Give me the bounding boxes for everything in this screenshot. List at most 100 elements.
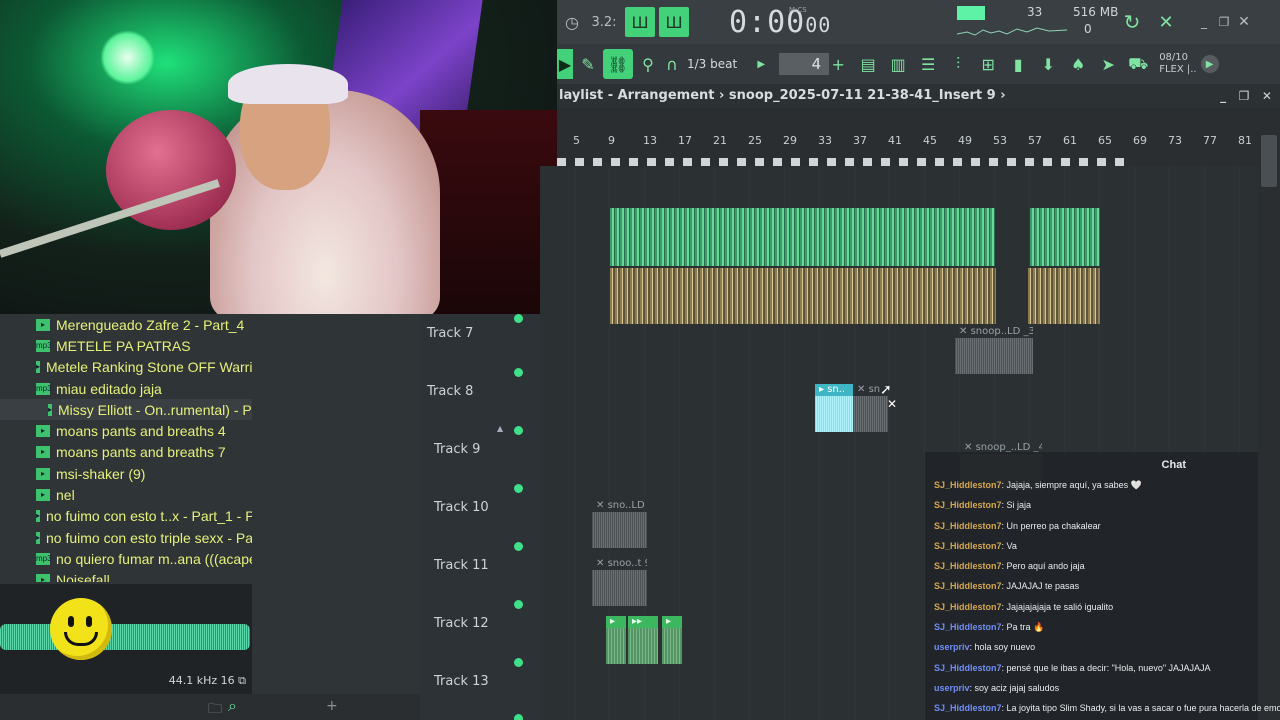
chat-username[interactable]: SJ_Hiddleston7 bbox=[934, 602, 1002, 612]
audio-clip-green[interactable]: ▸ bbox=[606, 616, 626, 664]
browser-item[interactable]: ▸ no fuimo con esto triple sexx - Part_1 bbox=[0, 527, 252, 548]
tools-icon[interactable]: ✕ bbox=[1151, 7, 1181, 37]
magnet-icon[interactable]: ∩ bbox=[663, 49, 681, 79]
browser-item[interactable]: ▸ Metele Ranking Stone OFF Warrior bbox=[0, 357, 252, 378]
folder-icon[interactable]: 🗀 bbox=[208, 698, 222, 720]
browser-item[interactable]: ▸ Merengueado Zafre 2 - Part_4 bbox=[0, 314, 252, 335]
plugin-icon[interactable]: ⬇ bbox=[1033, 49, 1063, 79]
browser-icon[interactable]: ⊞ bbox=[973, 49, 1003, 79]
browser-list[interactable]: ▸ Merengueado Zafre 2 - Part_4 mp3 METELE P… bbox=[0, 314, 252, 582]
ceiling-lamp bbox=[100, 30, 155, 85]
chat-username[interactable]: userpriv bbox=[934, 683, 970, 693]
audio-clip-selected[interactable]: ▸ sn.. bbox=[815, 384, 853, 432]
step-edit-icon[interactable]: Ш bbox=[625, 7, 655, 37]
track-enable-dot[interactable] bbox=[514, 484, 523, 493]
track-enable-dot[interactable] bbox=[514, 714, 523, 720]
chat-message: SJ_Hiddleston7: La joyita tipo Slim Shad… bbox=[934, 703, 1280, 720]
track-enable-dot[interactable] bbox=[514, 658, 523, 667]
chat-username[interactable]: SJ_Hiddleston7 bbox=[934, 561, 1002, 571]
browser-item-label: Missy Elliott - On..rumental) - Part_1 bbox=[58, 401, 252, 418]
loop-record-icon[interactable]: Ш bbox=[659, 7, 689, 37]
browser-item[interactable]: ▸ Noisefall bbox=[0, 570, 252, 582]
track-enable-dot[interactable] bbox=[514, 426, 523, 435]
add-icon[interactable]: + bbox=[326, 698, 338, 714]
pick-icon[interactable]: ♠ bbox=[1063, 49, 1093, 79]
browser-item[interactable]: ▸ no fuimo con esto t..x - Part_1 - Part_… bbox=[0, 506, 252, 527]
chat-username[interactable]: SJ_Hiddleston7 bbox=[934, 622, 1002, 632]
step-value[interactable]: 4 bbox=[779, 53, 830, 75]
audio-clip-green[interactable]: ▸ bbox=[662, 616, 682, 664]
chat-username[interactable]: SJ_Hiddleston7 bbox=[934, 663, 1002, 673]
timeline-ruler[interactable]: 5 9 13 17 21 25 29 33 37 41 45 49 53 57 61 65 69 73 77 81 bbox=[557, 130, 1257, 150]
flex-arrow-icon[interactable]: ▶ bbox=[1200, 55, 1219, 73]
chat-message: userpriv: hola soy nuevo bbox=[934, 642, 1274, 662]
track-label[interactable]: Track 8 bbox=[427, 384, 473, 399]
browser-item[interactable]: ▸ nel bbox=[0, 484, 252, 505]
browser-item[interactable]: ▸ msi-shaker (9) bbox=[0, 463, 252, 484]
track-label[interactable]: Track 13 bbox=[434, 674, 489, 689]
piano-roll-icon[interactable]: ▥ bbox=[883, 49, 913, 79]
audio-clip[interactable]: ✕ sno..LD bbox=[592, 500, 647, 548]
audio-clip[interactable]: ✕ snoo..t 9 bbox=[592, 558, 647, 606]
audio-clip-vocals-2[interactable] bbox=[1028, 268, 1100, 324]
track-enable-dot[interactable] bbox=[514, 314, 523, 323]
chat-username[interactable]: SJ_Hiddleston7 bbox=[934, 480, 1002, 490]
play-small-icon[interactable]: ▶ bbox=[753, 49, 769, 79]
chat-username[interactable]: SJ_Hiddleston7 bbox=[934, 703, 1002, 713]
scrollbar-thumb[interactable] bbox=[1261, 135, 1277, 187]
ruler-tick: 41 bbox=[888, 134, 902, 147]
project-icon[interactable]: ▮ bbox=[1003, 49, 1033, 79]
metronome-icon[interactable]: ◷ bbox=[557, 7, 587, 37]
flex-news[interactable]: 08/10 FLEX |.. bbox=[1159, 52, 1196, 76]
track-enable-dot[interactable] bbox=[514, 542, 523, 551]
send-icon[interactable]: ➤ bbox=[1093, 49, 1123, 79]
chat-text: : Un perreo pa chakalear bbox=[1001, 520, 1101, 531]
chat-title: Chat bbox=[1161, 459, 1186, 471]
chat-text: : JAJAJAJ te pasas bbox=[1001, 581, 1080, 592]
play-arrow-icon[interactable]: ▶ bbox=[557, 49, 573, 79]
red-light-panel bbox=[420, 110, 557, 314]
file-browser: ▸ Merengueado Zafre 2 - Part_4 mp3 METELE P… bbox=[0, 314, 420, 720]
playlist-breadcrumb[interactable]: snoop_2025-07-11 21-38-41_Insert 9 bbox=[729, 88, 996, 103]
chat-username[interactable]: SJ_Hiddleston7 bbox=[934, 500, 1002, 510]
audio-clip-drums[interactable] bbox=[610, 208, 995, 266]
cart-icon[interactable]: ⛟ bbox=[1123, 49, 1153, 79]
search-icon[interactable]: ⌕ bbox=[228, 696, 237, 716]
channel-rack-icon[interactable]: ☰ bbox=[913, 49, 943, 79]
playlist-window-buttons[interactable]: _ ❐ ✕ bbox=[1220, 84, 1272, 108]
track-label[interactable]: Track 7 bbox=[427, 326, 473, 341]
tempo-display[interactable]: 3.2: bbox=[587, 7, 621, 37]
refresh-icon[interactable]: ↻ bbox=[1117, 7, 1147, 37]
chat-username[interactable]: SJ_Hiddleston7 bbox=[934, 521, 1002, 531]
browser-item[interactable]: mp3 no quiero fumar m..ana (((acapella))) bbox=[0, 548, 252, 569]
collapse-arrow-icon[interactable]: ▲ bbox=[497, 424, 503, 433]
chat-username[interactable]: SJ_Hiddleston7 bbox=[934, 541, 1002, 551]
pencil-icon[interactable]: ✎ bbox=[573, 49, 603, 79]
stamp-icon[interactable]: ⚲ bbox=[633, 49, 663, 79]
audio-clip-vocals[interactable] bbox=[610, 268, 996, 324]
audio-clip-green[interactable]: ▸▸ bbox=[628, 616, 658, 664]
browser-item[interactable]: mp3 miau editado jaja bbox=[0, 378, 252, 399]
mixer-icon[interactable]: ⫶ bbox=[943, 49, 973, 79]
browser-item[interactable]: ▸ Missy Elliott - On..rumental) - Part_1 bbox=[0, 399, 252, 421]
browser-item[interactable]: mp3 METELE PA PATRAS bbox=[0, 335, 252, 356]
close-icon[interactable]: ✕ bbox=[1229, 7, 1259, 37]
audio-clip[interactable]: ✕ snoop..LD _3 bbox=[955, 326, 1033, 374]
track-label[interactable]: Track 11 bbox=[434, 558, 489, 573]
track-enable-dot[interactable] bbox=[514, 600, 523, 609]
snap-selector[interactable]: 1/3 beat bbox=[687, 57, 737, 71]
track-label[interactable]: Track 9 bbox=[434, 442, 480, 457]
chat-username[interactable]: userpriv bbox=[934, 642, 970, 652]
track-label[interactable]: Track 10 bbox=[434, 500, 489, 515]
track-label[interactable]: Track 12 bbox=[434, 616, 489, 631]
audio-clip-drums-2[interactable] bbox=[1030, 208, 1100, 266]
track-enable-dot[interactable] bbox=[514, 368, 523, 377]
playlist-icon[interactable]: ▤ bbox=[853, 49, 883, 79]
audio-clip-icon: ▸ bbox=[36, 510, 41, 523]
plus-icon[interactable]: + bbox=[829, 49, 847, 79]
chat-messages: SJ_Hiddleston7: Jajaja, siempre aquí, ya… bbox=[934, 480, 1280, 720]
browser-item[interactable]: ▸ moans pants and breaths 7 bbox=[0, 442, 252, 463]
chat-username[interactable]: SJ_Hiddleston7 bbox=[934, 581, 1002, 591]
browser-item[interactable]: ▸ moans pants and breaths 4 bbox=[0, 420, 252, 441]
link-icon[interactable]: ⛓ bbox=[603, 49, 633, 79]
